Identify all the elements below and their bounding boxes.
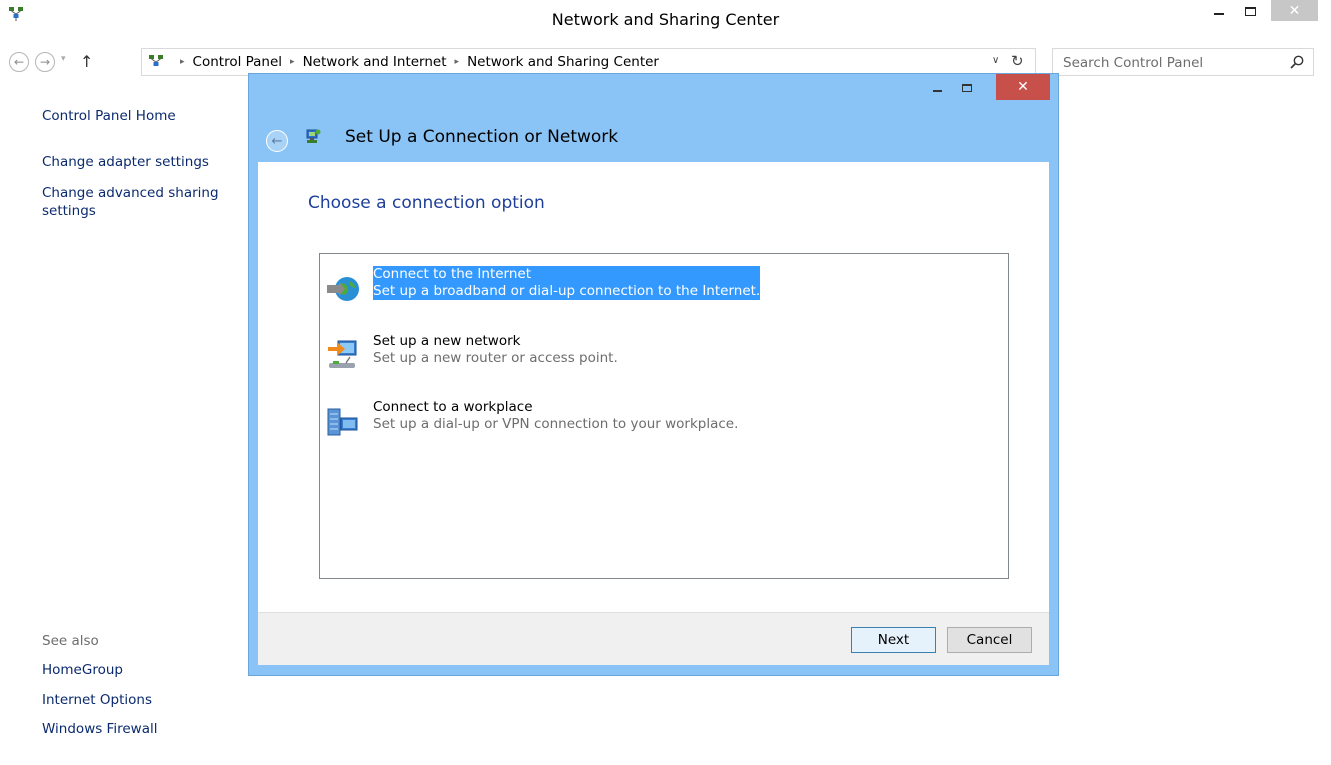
dialog-maximize-button[interactable] — [957, 80, 977, 96]
back-arrow-icon: ← — [13, 55, 25, 69]
connection-options-list: Connect to the Internet Set up a broadba… — [319, 253, 1009, 579]
setup-connection-dialog: ✕ ← Set Up a Connection or Network Choos… — [248, 73, 1059, 676]
up-arrow-icon: ↑ — [80, 52, 94, 71]
main-title-bar: Network and Sharing Center ✕ — [0, 0, 1331, 40]
dialog-close-button[interactable]: ✕ — [996, 74, 1050, 100]
option-text: Connect to a workplace Set up a dial-up … — [373, 399, 738, 433]
close-icon: ✕ — [1017, 79, 1029, 95]
option-setup-new-network[interactable]: Set up a new network Set up a new router… — [324, 333, 1004, 375]
chevron-down-icon: ∨ — [992, 55, 1000, 66]
address-bar[interactable]: ▸ Control Panel ▸ Network and Internet ▸… — [141, 48, 1036, 76]
change-advanced-sharing-link[interactable]: Change advanced sharing — [42, 185, 219, 201]
option-title: Connect to the Internet — [373, 266, 532, 282]
breadcrumb-network-sharing-center[interactable]: Network and Sharing Center — [467, 54, 659, 70]
cancel-button[interactable]: Cancel — [947, 627, 1032, 653]
option-text: Set up a new network Set up a new router… — [373, 333, 618, 367]
up-level-button[interactable]: ↑ — [80, 52, 93, 71]
breadcrumb-control-panel[interactable]: Control Panel — [193, 54, 283, 70]
minimize-button[interactable] — [1207, 0, 1231, 22]
globe-icon — [327, 277, 359, 301]
homegroup-link[interactable]: HomeGroup — [42, 662, 123, 678]
address-history-dropdown[interactable]: ∨ — [992, 55, 999, 66]
dialog-content: Choose a connection option Connect to th… — [258, 162, 1049, 612]
maximize-icon — [962, 84, 972, 92]
breadcrumb-network-and-internet[interactable]: Network and Internet — [303, 54, 447, 70]
next-button[interactable]: Next — [851, 627, 936, 653]
change-advanced-sharing-link-continued[interactable]: settings — [42, 203, 96, 219]
close-button[interactable]: ✕ — [1271, 0, 1318, 21]
search-placeholder: Search Control Panel — [1063, 55, 1204, 71]
control-panel-icon — [149, 55, 163, 66]
workplace-icon — [327, 408, 358, 436]
dialog-minimize-button[interactable] — [927, 80, 947, 96]
dialog-footer: Next Cancel — [258, 612, 1049, 665]
breadcrumb-separator-icon: ▸ — [454, 57, 460, 67]
recent-locations-dropdown[interactable]: ▾ — [61, 54, 66, 64]
chevron-down-icon: ▾ — [61, 54, 66, 64]
minimize-icon — [932, 90, 942, 92]
option-text: Connect to the Internet Set up a broadba… — [373, 266, 761, 300]
control-panel-home-link[interactable]: Control Panel Home — [42, 108, 176, 124]
minimize-icon — [1214, 13, 1224, 15]
forward-arrow-icon: → — [39, 55, 51, 69]
refresh-button[interactable]: ↻ — [1011, 52, 1024, 70]
see-also-heading: See also — [42, 633, 99, 649]
search-icon[interactable] — [1289, 54, 1305, 70]
option-connect-internet[interactable]: Connect to the Internet Set up a broadba… — [324, 266, 1004, 308]
network-wizard-icon — [306, 129, 321, 143]
back-arrow-icon: ← — [271, 133, 283, 149]
close-icon: ✕ — [1288, 2, 1301, 19]
windows-firewall-link[interactable]: Windows Firewall — [42, 721, 157, 737]
change-adapter-settings-link[interactable]: Change adapter settings — [42, 154, 209, 170]
option-description: Set up a new router or access point. — [373, 350, 618, 366]
maximize-icon — [1244, 6, 1256, 16]
dialog-title: Set Up a Connection or Network — [345, 127, 619, 147]
dialog-back-button[interactable]: ← — [266, 130, 288, 152]
option-description: Set up a broadband or dial-up connection… — [373, 283, 761, 299]
back-button[interactable]: ← — [9, 52, 29, 72]
breadcrumb: ▸ Control Panel ▸ Network and Internet ▸… — [172, 54, 659, 70]
option-connect-workplace[interactable]: Connect to a workplace Set up a dial-up … — [324, 399, 1004, 441]
forward-button[interactable]: → — [35, 52, 55, 72]
refresh-icon: ↻ — [1011, 52, 1024, 70]
option-description: Set up a dial-up or VPN connection to yo… — [373, 416, 739, 432]
search-input[interactable]: Search Control Panel — [1052, 48, 1314, 76]
breadcrumb-separator-icon: ▸ — [180, 57, 185, 67]
maximize-button[interactable] — [1238, 0, 1262, 22]
router-icon — [328, 340, 357, 368]
breadcrumb-separator-icon: ▸ — [290, 57, 295, 67]
window-title: Network and Sharing Center — [551, 10, 780, 29]
internet-options-link[interactable]: Internet Options — [42, 692, 152, 708]
dialog-heading: Choose a connection option — [308, 193, 545, 213]
option-title: Connect to a workplace — [373, 399, 533, 415]
option-title: Set up a new network — [373, 333, 521, 349]
